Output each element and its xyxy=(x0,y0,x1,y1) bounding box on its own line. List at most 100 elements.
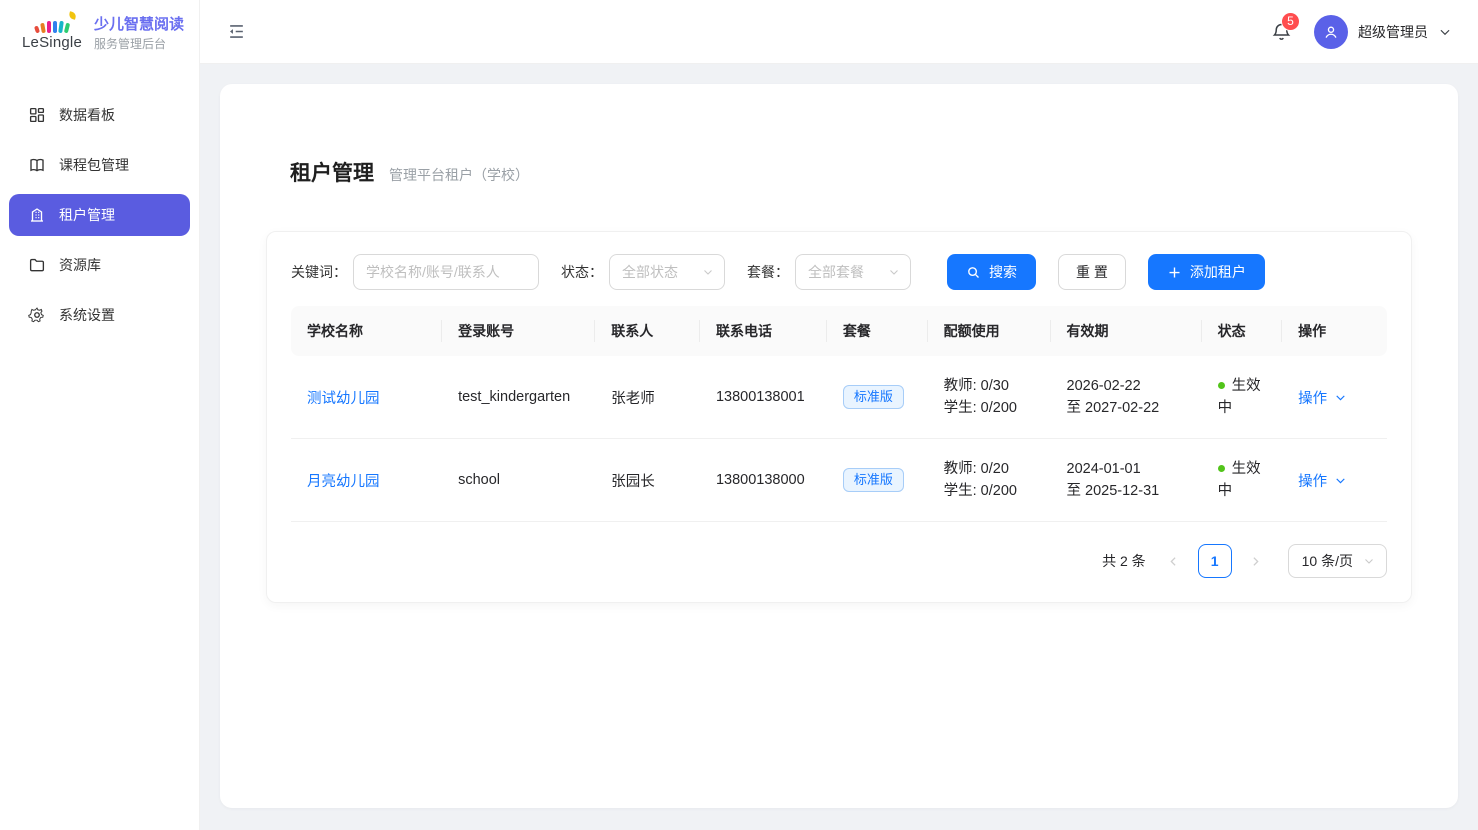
pagination: 共 2 条 1 10 条/页 xyxy=(291,544,1387,578)
sidebar-item-label: 课程包管理 xyxy=(59,155,129,175)
status-select[interactable]: 全部状态 xyxy=(609,254,725,290)
avatar xyxy=(1314,15,1348,49)
chevron-down-icon xyxy=(1438,25,1452,39)
quota-teachers: 教师: 0/20 xyxy=(944,458,1035,480)
sidebar-item-dashboard[interactable]: 数据看板 xyxy=(9,94,190,136)
chevron-down-icon xyxy=(888,266,900,278)
gear-icon xyxy=(28,306,46,324)
plan-label: 套餐： xyxy=(747,262,789,282)
contact-name: 张老师 xyxy=(595,356,700,439)
search-button[interactable]: 搜索 xyxy=(947,254,1036,290)
menu-fold-icon xyxy=(227,22,246,41)
sidebar-item-course-packages[interactable]: 课程包管理 xyxy=(9,144,190,186)
row-actions-dropdown[interactable]: 操作 xyxy=(1298,387,1347,408)
valid-from: 2026-02-22 xyxy=(1067,375,1186,397)
school-name-link[interactable]: 测试幼儿园 xyxy=(307,391,380,407)
page-size-select[interactable]: 10 条/页 xyxy=(1288,544,1387,578)
filter-bar: 关键词： 状态： 全部状态 xyxy=(291,254,1387,290)
sidebar-collapse-button[interactable] xyxy=(224,20,248,44)
contact-name: 张园长 xyxy=(595,439,700,522)
pagination-total: 共 2 条 xyxy=(1102,551,1146,571)
valid-from: 2024-01-01 xyxy=(1067,458,1186,480)
folder-icon xyxy=(28,256,46,274)
col-status: 状态 xyxy=(1202,306,1283,356)
add-tenant-button-label: 添加租户 xyxy=(1190,262,1246,282)
next-page-button[interactable] xyxy=(1242,545,1270,577)
app-window: LeSingle 少儿智慧阅读 服务管理后台 数据看板 课程包管理 xyxy=(0,0,1478,830)
col-phone: 联系电话 xyxy=(700,306,827,356)
table-header-row: 学校名称 登录账号 联系人 联系电话 套餐 配额使用 有效期 状态 操作 xyxy=(291,306,1387,356)
add-tenant-button[interactable]: 添加租户 xyxy=(1148,254,1265,290)
user-menu[interactable]: 超级管理员 xyxy=(1314,15,1452,49)
lesingle-logo-icon: LeSingle xyxy=(22,17,82,51)
chevron-down-icon xyxy=(702,266,714,278)
page-size-value: 10 条/页 xyxy=(1302,551,1353,571)
valid-to: 至 2025-12-31 xyxy=(1067,480,1186,502)
status-cell: 生效中 xyxy=(1202,439,1283,522)
search-icon xyxy=(966,265,981,280)
col-actions: 操作 xyxy=(1282,306,1387,356)
reset-button[interactable]: 重 置 xyxy=(1058,254,1126,290)
table-row: 月亮幼儿园 school 张园长 13800138000 标准版 教师: 0/2… xyxy=(291,439,1387,522)
row-actions-label: 操作 xyxy=(1298,470,1327,491)
page-number-button[interactable]: 1 xyxy=(1198,544,1232,578)
chevron-left-icon xyxy=(1167,555,1180,568)
sidebar: LeSingle 少儿智慧阅读 服务管理后台 数据看板 课程包管理 xyxy=(0,0,200,830)
topbar: 5 超级管理员 xyxy=(200,0,1478,64)
col-login-account: 登录账号 xyxy=(442,306,595,356)
status-select-value: 全部状态 xyxy=(622,262,678,282)
sidebar-nav: 数据看板 课程包管理 租户管理 资源库 xyxy=(0,68,199,336)
col-quota: 配额使用 xyxy=(928,306,1051,356)
sidebar-item-resource-library[interactable]: 资源库 xyxy=(9,244,190,286)
row-actions-dropdown[interactable]: 操作 xyxy=(1298,470,1347,491)
prev-page-button[interactable] xyxy=(1160,545,1188,577)
quota-students: 学生: 0/200 xyxy=(944,480,1035,502)
plan-tag: 标准版 xyxy=(843,468,904,493)
login-account: school xyxy=(442,439,595,522)
school-name-link[interactable]: 月亮幼儿园 xyxy=(307,474,380,490)
col-contact: 联系人 xyxy=(595,306,700,356)
user-name: 超级管理员 xyxy=(1358,22,1428,42)
notifications-button[interactable]: 5 xyxy=(1268,19,1294,45)
sidebar-item-tenant-management[interactable]: 租户管理 xyxy=(9,194,190,236)
valid-to: 至 2027-02-22 xyxy=(1067,397,1186,419)
keyword-label: 关键词： xyxy=(291,262,347,282)
login-account: test_kindergarten xyxy=(442,356,595,439)
building-icon xyxy=(28,206,46,224)
content-area: 租户管理 管理平台租户（学校） 关键词： 状态： 全部状态 xyxy=(200,64,1478,830)
plan-select-value: 全部套餐 xyxy=(808,262,864,282)
chevron-down-icon xyxy=(1334,474,1347,487)
quota-cell: 教师: 0/20 学生: 0/200 xyxy=(928,439,1051,522)
row-actions-label: 操作 xyxy=(1298,387,1327,408)
brand-block: LeSingle 少儿智慧阅读 服务管理后台 xyxy=(0,0,199,68)
col-plan: 套餐 xyxy=(827,306,928,356)
col-school-name: 学校名称 xyxy=(291,306,442,356)
reset-button-label: 重 置 xyxy=(1076,262,1108,282)
quota-teachers: 教师: 0/30 xyxy=(944,375,1035,397)
dashboard-icon xyxy=(28,106,46,124)
tenant-panel: 关键词： 状态： 全部状态 xyxy=(266,231,1412,603)
chevron-down-icon xyxy=(1334,391,1347,404)
tenant-table: 学校名称 登录账号 联系人 联系电话 套餐 配额使用 有效期 状态 操作 xyxy=(291,306,1387,522)
validity-cell: 2026-02-22 至 2027-02-22 xyxy=(1051,356,1202,439)
sidebar-item-label: 租户管理 xyxy=(59,205,115,225)
sidebar-item-system-settings[interactable]: 系统设置 xyxy=(9,294,190,336)
contact-phone: 13800138000 xyxy=(700,439,827,522)
logo-text: LeSingle xyxy=(22,34,82,51)
status-dot-icon xyxy=(1218,465,1225,472)
search-button-label: 搜索 xyxy=(989,262,1017,282)
keyword-input[interactable] xyxy=(353,254,539,290)
page-card: 租户管理 管理平台租户（学校） 关键词： 状态： 全部状态 xyxy=(220,84,1458,808)
logo-bars-icon xyxy=(34,17,70,33)
plan-tag: 标准版 xyxy=(843,385,904,410)
col-validity: 有效期 xyxy=(1051,306,1202,356)
brand-subtitle: 服务管理后台 xyxy=(94,37,184,52)
book-icon xyxy=(28,156,46,174)
brand-title: 少儿智慧阅读 xyxy=(94,16,184,35)
status-label: 状态： xyxy=(561,262,603,282)
status-dot-icon xyxy=(1218,382,1225,389)
plan-select[interactable]: 全部套餐 xyxy=(795,254,911,290)
contact-phone: 13800138001 xyxy=(700,356,827,439)
chevron-right-icon xyxy=(1249,555,1262,568)
quota-cell: 教师: 0/30 学生: 0/200 xyxy=(928,356,1051,439)
